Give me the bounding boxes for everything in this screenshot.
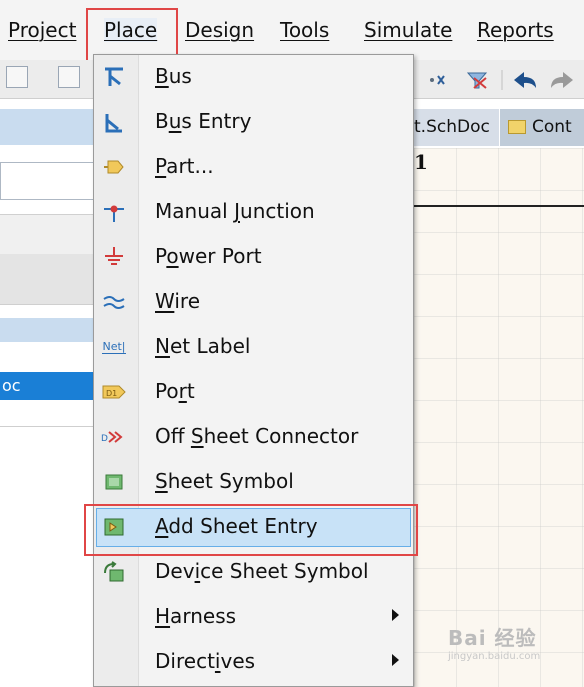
schematic-sheet[interactable] — [414, 148, 584, 687]
port-icon: D1 — [100, 380, 128, 404]
panel-tree-header — [0, 318, 95, 342]
menu-item-label: Sheet Symbol — [155, 469, 294, 493]
sheet-border-line — [414, 205, 584, 207]
panel-header — [0, 109, 95, 145]
off-sheet-connector-icon: D — [100, 425, 128, 449]
menu-item-label: Bus — [155, 64, 192, 88]
submenu-arrow-icon — [392, 654, 399, 666]
menu-item-device-sheet-symbol[interactable]: Device Sheet Symbol — [94, 550, 413, 595]
panel-combo[interactable] — [0, 162, 95, 200]
undo-icon[interactable] — [514, 72, 536, 88]
menu-item-label: Power Port — [155, 244, 262, 268]
menu-simulate[interactable]: Simulate — [364, 18, 452, 42]
menu-item-label: Off Sheet Connector — [155, 424, 359, 448]
menu-item-harness[interactable]: Harness — [94, 595, 413, 640]
watermark-url: jingyan.baidu.com — [448, 651, 541, 662]
menu-item-net-label[interactable]: Net| Net Label — [94, 325, 413, 370]
menu-item-off-sheet-connector[interactable]: D Off Sheet Connector — [94, 415, 413, 460]
panel-divider — [0, 426, 95, 427]
menu-item-label: Directives — [155, 649, 256, 673]
sheet-symbol-icon — [100, 470, 128, 494]
wire-icon — [100, 290, 128, 314]
menu-tools[interactable]: Tools — [280, 18, 329, 42]
sheet-zone-marker: 1 — [414, 150, 428, 174]
menu-item-label: Bus Entry — [155, 109, 252, 133]
menu-project[interactable]: Project — [8, 18, 76, 42]
tab-schematic-label: t.SchDoc — [414, 117, 490, 137]
tab-other-label: Cont — [532, 117, 572, 137]
menu-item-label: Wire — [155, 289, 201, 313]
zoom-icon[interactable] — [58, 66, 80, 88]
window-icon[interactable] — [6, 66, 28, 88]
power-port-icon — [100, 245, 128, 269]
menu-reports[interactable]: Reports — [477, 18, 554, 42]
document-icon — [508, 120, 526, 134]
add-sheet-entry-highlight — [84, 504, 418, 556]
bus-entry-icon — [100, 110, 128, 134]
menu-item-label: Net Label — [155, 334, 251, 358]
place-dropdown-menu: Bus Bus Entry Part... Manual Junction Po… — [93, 54, 414, 687]
menu-item-label: Manual Junction — [155, 199, 315, 223]
menu-item-label: Port — [155, 379, 195, 403]
device-sheet-symbol-icon — [100, 560, 128, 584]
watermark: Bai 经验 jingyan.baidu.com — [448, 622, 540, 662]
redo-icon[interactable] — [551, 72, 573, 88]
menu-item-manual-junction[interactable]: Manual Junction — [94, 190, 413, 235]
panel-button-row-2[interactable] — [0, 254, 95, 305]
tab-schematic[interactable]: t.SchDoc — [414, 109, 499, 146]
menu-item-part[interactable]: Part... — [94, 145, 413, 190]
menu-item-sheet-symbol[interactable]: Sheet Symbol — [94, 460, 413, 505]
svg-text:D1: D1 — [106, 389, 117, 398]
menu-item-wire[interactable]: Wire — [94, 280, 413, 325]
menu-item-label: Device Sheet Symbol — [155, 559, 369, 583]
net-label-icon: Net| — [102, 340, 126, 354]
menu-item-directives[interactable]: Directives — [94, 640, 413, 685]
menu-item-label: Harness — [155, 604, 237, 628]
junction-icon — [100, 200, 128, 224]
svg-text:D: D — [101, 434, 108, 444]
menu-item-power-port[interactable]: Power Port — [94, 235, 413, 280]
toolbar-right-icons — [430, 70, 573, 90]
menu-item-bus[interactable]: Bus — [94, 55, 413, 100]
part-icon — [100, 155, 128, 179]
filter-clear-icon[interactable] — [466, 72, 488, 89]
submenu-arrow-icon — [392, 609, 399, 621]
tree-selected-item[interactable]: oc — [0, 372, 95, 400]
cross-probe-icon[interactable] — [430, 75, 445, 85]
bus-icon — [100, 65, 128, 89]
tab-other[interactable]: Cont — [500, 109, 584, 146]
menu-design[interactable]: Design — [185, 18, 254, 42]
menu-item-bus-entry[interactable]: Bus Entry — [94, 100, 413, 145]
menu-item-label: Part... — [155, 154, 214, 178]
watermark-text: Bai 经验 — [448, 626, 537, 650]
menu-item-port[interactable]: D1 Port — [94, 370, 413, 415]
